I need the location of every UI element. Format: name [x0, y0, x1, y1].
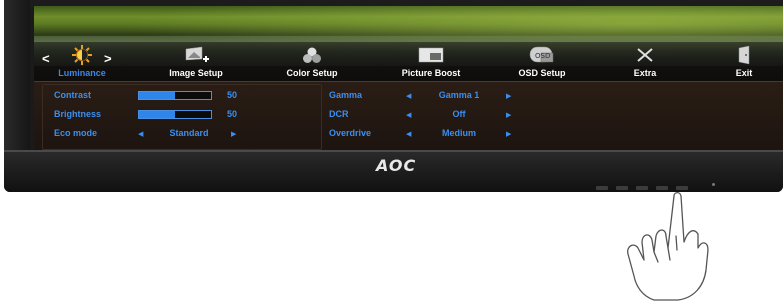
eco-mode-left-arrow-icon[interactable]: ◀: [138, 130, 143, 138]
monitor: < Luminance > Image Setup Color Setup Pi…: [4, 0, 783, 192]
tab-luminance-label: Luminance: [58, 68, 106, 78]
osd-setup-icon: OSD: [527, 44, 557, 66]
eco-mode-right-arrow-icon[interactable]: ▶: [231, 130, 236, 138]
brightness-slider[interactable]: [138, 110, 212, 119]
contrast-value: 50: [226, 90, 237, 100]
nav-right-arrow-icon[interactable]: >: [104, 51, 112, 66]
dcr-value[interactable]: Off: [422, 109, 496, 119]
brightness-slider-fill: [139, 111, 175, 118]
monitor-screen: < Luminance > Image Setup Color Setup Pi…: [34, 6, 783, 150]
tab-osd-setup[interactable]: OSD OSD Setup: [502, 44, 582, 80]
tab-extra[interactable]: Extra: [620, 44, 670, 80]
tab-extra-label: Extra: [633, 68, 657, 78]
overdrive-right-arrow-icon[interactable]: ▶: [506, 130, 511, 138]
tab-exit-label: Exit: [735, 68, 753, 78]
tab-luminance[interactable]: Luminance: [52, 44, 112, 80]
hardware-button-1[interactable]: [596, 186, 608, 190]
tab-image-setup-label: Image Setup: [169, 68, 223, 78]
exit-icon: [732, 44, 756, 66]
tab-picture-boost-label: Picture Boost: [401, 68, 461, 78]
extra-icon: [630, 44, 660, 66]
tab-exit[interactable]: Exit: [724, 44, 764, 80]
power-led-icon: [712, 183, 715, 186]
tab-image-setup[interactable]: Image Setup: [156, 44, 236, 80]
eco-mode-value[interactable]: Standard: [154, 128, 224, 138]
image-setup-icon: [181, 44, 211, 66]
brightness-value: 50: [226, 109, 237, 119]
osd-menu: < Luminance > Image Setup Color Setup Pi…: [34, 42, 783, 150]
color-setup-icon: [297, 44, 327, 66]
contrast-slider[interactable]: [138, 91, 212, 100]
contrast-slider-fill: [139, 92, 175, 99]
gamma-value[interactable]: Gamma 1: [422, 90, 496, 100]
bezel-left: [4, 0, 30, 150]
dcr-left-arrow-icon[interactable]: ◀: [406, 111, 411, 119]
brightness-label: Brightness: [54, 109, 102, 119]
bezel-highlight: [4, 150, 783, 152]
overdrive-left-arrow-icon[interactable]: ◀: [406, 130, 411, 138]
gamma-right-arrow-icon[interactable]: ▶: [506, 92, 511, 100]
contrast-label: Contrast: [54, 90, 92, 100]
overdrive-label: Overdrive: [329, 128, 372, 138]
sun-contrast-icon: [66, 44, 98, 66]
dcr-right-arrow-icon[interactable]: ▶: [506, 111, 511, 119]
gamma-label: Gamma: [329, 90, 363, 100]
tab-color-setup-label: Color Setup: [286, 68, 338, 78]
tab-color-setup[interactable]: Color Setup: [272, 44, 352, 80]
pointing-hand-icon: [614, 190, 724, 307]
tab-picture-boost[interactable]: Picture Boost: [386, 44, 476, 80]
svg-text:OSD: OSD: [535, 52, 550, 60]
picture-boost-icon: [416, 44, 446, 66]
nav-left-arrow-icon[interactable]: <: [42, 51, 50, 66]
dcr-label: DCR: [329, 109, 349, 119]
overdrive-value[interactable]: Medium: [422, 128, 496, 138]
gamma-left-arrow-icon[interactable]: ◀: [406, 92, 411, 100]
tab-osd-setup-label: OSD Setup: [518, 68, 566, 78]
eco-mode-label: Eco mode: [54, 128, 98, 138]
aoc-logo: AOC: [376, 156, 417, 175]
